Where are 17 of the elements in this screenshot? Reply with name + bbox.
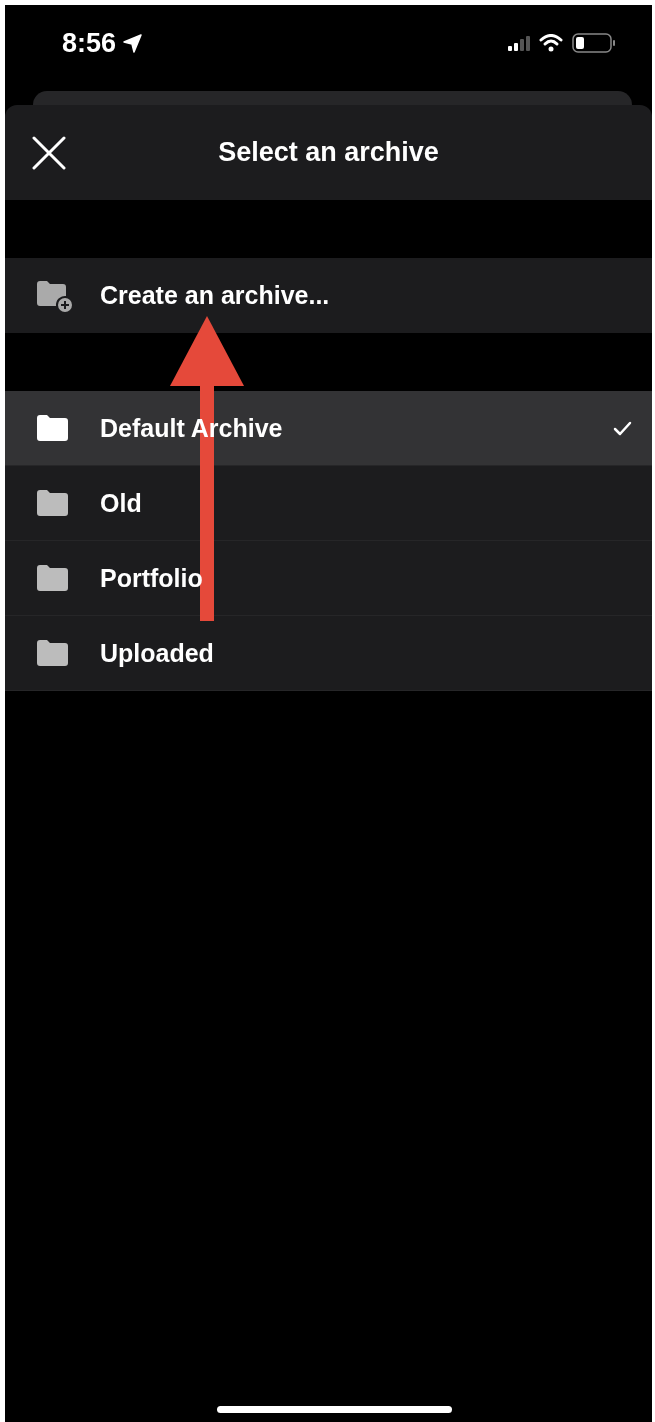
folder-icon <box>36 414 69 442</box>
folder-icon <box>36 639 69 667</box>
wifi-icon <box>539 34 563 52</box>
checkmark-icon <box>613 419 632 437</box>
signal-icon <box>508 35 530 51</box>
archive-item[interactable]: Old <box>5 466 652 541</box>
battery-icon <box>572 33 616 53</box>
close-button[interactable] <box>32 135 66 170</box>
close-icon <box>32 135 66 170</box>
sheet-title: Select an archive <box>218 137 439 168</box>
clock-time: 8:56 <box>62 27 117 59</box>
create-archive-item[interactable]: Create an archive... <box>5 258 652 333</box>
folder-icon <box>36 564 69 592</box>
folder-icon <box>36 489 69 517</box>
location-arrow-icon <box>122 32 144 54</box>
folder-add-icon <box>36 279 72 312</box>
archive-item[interactable]: Uploaded <box>5 616 652 691</box>
